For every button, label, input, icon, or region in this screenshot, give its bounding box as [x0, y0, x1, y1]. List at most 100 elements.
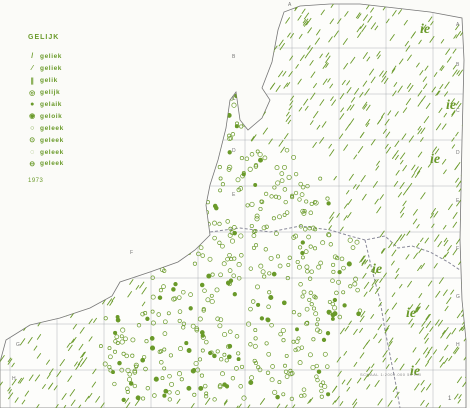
circle-symbol	[326, 201, 331, 206]
grid-letter: F	[456, 246, 460, 252]
legend-item-label: gelaik	[40, 101, 63, 108]
circle-symbol	[342, 303, 347, 308]
legend-item: ◎ gelijk	[28, 87, 64, 99]
circle-symbol	[258, 157, 263, 163]
circle-symbol	[271, 271, 277, 277]
map-canvas	[0, 0, 470, 408]
legend-item: ⊙ geleek	[28, 134, 64, 146]
open-circle-icon: ○	[30, 124, 35, 132]
circle-symbol	[332, 297, 338, 303]
circle-symbol	[326, 309, 332, 315]
circle-symbol	[265, 317, 271, 323]
legend-item: ◌ geleek	[28, 146, 64, 158]
scale-text: SCHAAL 1:2000.000 50 KM	[360, 372, 422, 377]
circle-symbol	[145, 316, 150, 321]
circle-symbol	[113, 330, 118, 335]
grid-letter: E	[456, 198, 460, 204]
circle-symbol	[248, 380, 254, 385]
circle-symbol	[206, 273, 212, 279]
circle-symbol	[227, 150, 232, 155]
legend-item-label: geleek	[40, 148, 64, 156]
grid-letter: B	[232, 54, 236, 60]
circle-symbol	[173, 281, 178, 287]
circle-symbol	[157, 295, 163, 300]
legend-item: ◉ geloik	[28, 110, 64, 122]
circle-symbol	[259, 316, 265, 321]
dialect-map: GELIJK / geliek ⁄ geliek ∥ gelik ◎ gelijk ● gelai…	[0, 0, 470, 408]
region-label-ie: ie	[430, 152, 441, 167]
circle-symbol	[162, 393, 167, 398]
grid-letter: D	[456, 150, 460, 156]
circle-symbol	[214, 205, 219, 211]
barred-circle-icon: ⊖	[29, 160, 36, 168]
circle-symbol	[227, 343, 233, 349]
circle-symbol	[332, 311, 338, 317]
circle-symbol	[121, 397, 126, 403]
circle-symbol	[188, 306, 193, 311]
circle-symbol	[325, 331, 331, 336]
grid-letter: B	[456, 62, 460, 68]
legend-item: / geliek	[28, 51, 64, 63]
circle-symbol	[163, 388, 169, 394]
circle-symbol	[275, 394, 280, 400]
circle-symbol	[190, 368, 196, 374]
legend: GELIJK / geliek ⁄ geliek ∥ gelik ◎ gelijk ● gelai…	[28, 34, 64, 184]
circle-symbol	[186, 385, 192, 391]
thin-circle-icon: ◌	[30, 148, 35, 156]
region-label-ie: ie	[372, 262, 383, 277]
circle-symbol	[212, 353, 217, 359]
circle-symbol	[337, 269, 342, 275]
circle-symbol	[228, 278, 234, 283]
circle-symbol	[268, 294, 274, 301]
circle-symbol	[236, 357, 241, 362]
legend-item-label: gelik	[40, 77, 58, 85]
grid-letter: F	[130, 250, 134, 256]
circle-symbol	[135, 395, 141, 401]
legend-item-label: geliek	[40, 53, 63, 61]
legend-title: GELIJK	[28, 34, 60, 41]
dotted-circle-icon: ◉	[29, 113, 36, 121]
slash-stroke-icon: /	[31, 53, 34, 61]
legend-year: 1973	[28, 177, 44, 184]
legend-item-label: geleek	[40, 136, 64, 144]
circle-symbol	[253, 183, 258, 187]
circle-symbol	[149, 345, 156, 351]
circle-symbol	[184, 341, 189, 346]
circle-symbol	[300, 240, 305, 245]
circle-symbol	[153, 376, 159, 382]
region-label-ie: ie	[406, 306, 417, 321]
legend-item-label: geloik	[40, 112, 63, 120]
region-label-ie: ie	[446, 98, 457, 113]
legend-item: ● gelaik	[28, 99, 64, 111]
legend-item-label: gelijk	[40, 89, 61, 97]
legend-item-label: geliek	[40, 65, 63, 73]
circle-symbol	[330, 316, 335, 321]
circle-symbol	[115, 315, 120, 319]
circle-symbol	[295, 327, 299, 332]
grid-letter: D	[232, 148, 236, 154]
circle-symbol	[321, 337, 327, 343]
region-label-ie: ie	[420, 22, 431, 37]
center-dot-circle-icon: ⊙	[29, 137, 36, 145]
legend-item: ○ geleek	[28, 122, 64, 134]
legend-item: ⊖ geleek	[28, 158, 64, 170]
legend-item-label: geleek	[40, 160, 64, 168]
circle-symbol	[171, 287, 176, 292]
legend-item: ⁄ geliek	[28, 63, 64, 75]
grid-letter: G	[16, 342, 20, 348]
circle-symbol	[199, 282, 205, 288]
legend-item-label: geleek	[40, 124, 64, 132]
legend-item: ∥ gelik	[28, 75, 64, 87]
grid-letter: H	[456, 342, 460, 348]
filled-circle-icon: ●	[30, 101, 35, 108]
double-circle-icon: ◎	[29, 89, 36, 97]
circle-symbol	[346, 261, 352, 267]
circle-symbol	[111, 370, 115, 375]
grid-letter: C	[456, 108, 460, 114]
grid-letter: E	[232, 192, 236, 198]
circle-symbol	[281, 300, 287, 306]
circle-symbol	[241, 172, 246, 177]
circle-symbol	[326, 392, 331, 397]
grid-letter: H	[12, 376, 16, 382]
circle-symbol	[128, 381, 134, 386]
